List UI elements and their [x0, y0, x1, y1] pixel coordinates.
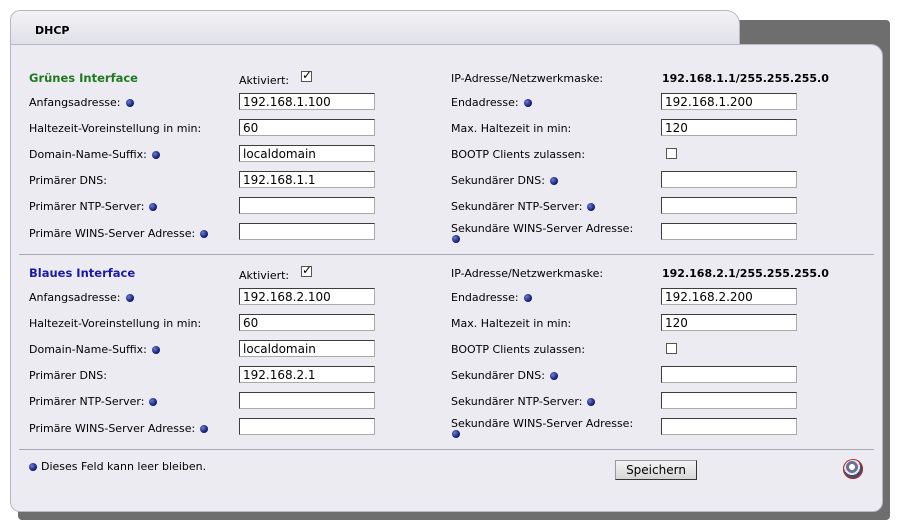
- optional-field-dot-icon: [549, 177, 558, 185]
- optional-field-dot-icon: [523, 294, 532, 302]
- blue-default-lease-input[interactable]: [239, 314, 375, 331]
- blue-max-lease-label: Max. Haltezeit in min:: [451, 317, 572, 330]
- green-start-label: Anfangsadresse:: [29, 96, 134, 109]
- blue-wins1-label: Primäre WINS-Server Adresse:: [29, 422, 209, 435]
- blue-ntp1-input[interactable]: [239, 392, 375, 409]
- green-wins1-input[interactable]: [239, 223, 375, 240]
- blue-ntp1-label: Primärer NTP-Server:: [29, 395, 158, 408]
- green-ntp1-label: Primärer NTP-Server:: [29, 200, 158, 213]
- blue-max-lease-input[interactable]: [661, 314, 797, 331]
- green-activated-label: Aktiviert:: [239, 74, 290, 87]
- optional-field-dot-icon: [587, 203, 596, 211]
- green-bootp-label: BOOTP Clients zulassen:: [451, 148, 586, 161]
- green-wins2-label: Sekundäre WINS-Server Adresse:: [451, 222, 634, 235]
- green-wins2-input[interactable]: [661, 223, 797, 240]
- checkmark-icon: ✓: [302, 263, 313, 277]
- save-button[interactable]: Speichern: [615, 460, 697, 480]
- green-default-lease-label: Haltezeit-Voreinstellung in min:: [29, 122, 202, 135]
- optional-field-dot-icon: [29, 463, 37, 471]
- green-dns2-label: Sekundärer DNS:: [451, 174, 558, 187]
- blue-activated-label: Aktiviert:: [239, 269, 290, 282]
- blue-wins1-input[interactable]: [239, 418, 375, 435]
- footer-divider: [19, 449, 874, 450]
- optional-field-dot-icon: [452, 430, 460, 438]
- green-max-lease-input[interactable]: [661, 119, 797, 136]
- blue-start-input[interactable]: [239, 288, 375, 305]
- blue-dns2-label: Sekundärer DNS:: [451, 369, 558, 382]
- blue-activated-checkbox[interactable]: ✓: [301, 263, 313, 277]
- blue-ntp2-input[interactable]: [661, 392, 797, 409]
- optional-field-dot-icon: [125, 294, 134, 302]
- blue-domain-suffix-input[interactable]: [239, 340, 375, 357]
- optional-field-note: Dieses Feld kann leer bleiben.: [29, 460, 206, 473]
- blue-wins2-label: Sekundäre WINS-Server Adresse:: [451, 417, 634, 430]
- optional-field-dot-icon: [149, 203, 158, 211]
- green-activated-checkbox[interactable]: ✓: [301, 68, 313, 82]
- optional-field-dot-icon: [587, 398, 596, 406]
- green-start-input[interactable]: [239, 93, 375, 110]
- green-dns1-input[interactable]: [239, 171, 375, 188]
- green-bootp-checkbox[interactable]: [666, 148, 677, 159]
- optional-field-dot-icon: [200, 425, 209, 433]
- green-dns2-input[interactable]: [661, 171, 797, 188]
- dhcp-panel: Grünes Interface Aktiviert: ✓ IP-Adresse…: [10, 44, 883, 512]
- blue-interface-title: Blaues Interface: [29, 266, 136, 280]
- green-domain-suffix-label: Domain-Name-Suffix:: [29, 148, 160, 161]
- green-interface-title: Grünes Interface: [29, 71, 138, 85]
- optional-field-dot-icon: [151, 346, 160, 354]
- green-ip-mask-label: IP-Adresse/Netzwerkmaske:: [451, 72, 604, 85]
- blue-wins2-input[interactable]: [661, 418, 797, 435]
- blue-default-lease-label: Haltezeit-Voreinstellung in min:: [29, 317, 202, 330]
- green-ntp2-label: Sekundärer NTP-Server:: [451, 200, 596, 213]
- blue-dns1-label: Primärer DNS:: [29, 369, 107, 382]
- blue-ntp2-label: Sekundärer NTP-Server:: [451, 395, 596, 408]
- blue-start-label: Anfangsadresse:: [29, 291, 134, 304]
- optional-field-dot-icon: [151, 151, 160, 159]
- blue-ip-mask-label: IP-Adresse/Netzwerkmaske:: [451, 267, 604, 280]
- green-ip-mask-value: 192.168.1.1/255.255.255.0: [662, 72, 829, 85]
- page-title: DHCP: [35, 24, 70, 37]
- optional-field-dot-icon: [549, 372, 558, 380]
- optional-field-dot-icon: [149, 398, 158, 406]
- lifebuoy-icon[interactable]: [843, 459, 863, 479]
- green-ntp2-input[interactable]: [661, 197, 797, 214]
- blue-ip-mask-value: 192.168.2.1/255.255.255.0: [662, 267, 829, 280]
- optional-field-dot-icon: [452, 235, 460, 243]
- blue-end-input[interactable]: [661, 288, 797, 305]
- green-dns1-label: Primärer DNS:: [29, 174, 107, 187]
- optional-field-dot-icon: [125, 99, 134, 107]
- green-end-input[interactable]: [661, 93, 797, 110]
- optional-field-dot-icon: [200, 230, 209, 238]
- optional-field-dot-icon: [523, 99, 532, 107]
- green-max-lease-label: Max. Haltezeit in min:: [451, 122, 572, 135]
- blue-dns2-input[interactable]: [661, 366, 797, 383]
- blue-domain-suffix-label: Domain-Name-Suffix:: [29, 343, 160, 356]
- green-domain-suffix-input[interactable]: [239, 145, 375, 162]
- blue-bootp-checkbox[interactable]: [666, 343, 677, 354]
- green-default-lease-input[interactable]: [239, 119, 375, 136]
- green-wins1-label: Primäre WINS-Server Adresse:: [29, 227, 209, 240]
- green-ntp1-input[interactable]: [239, 197, 375, 214]
- blue-end-label: Endadresse:: [451, 291, 532, 304]
- section-divider: [19, 254, 874, 255]
- blue-dns1-input[interactable]: [239, 366, 375, 383]
- green-end-label: Endadresse:: [451, 96, 532, 109]
- blue-bootp-label: BOOTP Clients zulassen:: [451, 343, 586, 356]
- checkmark-icon: ✓: [302, 68, 313, 82]
